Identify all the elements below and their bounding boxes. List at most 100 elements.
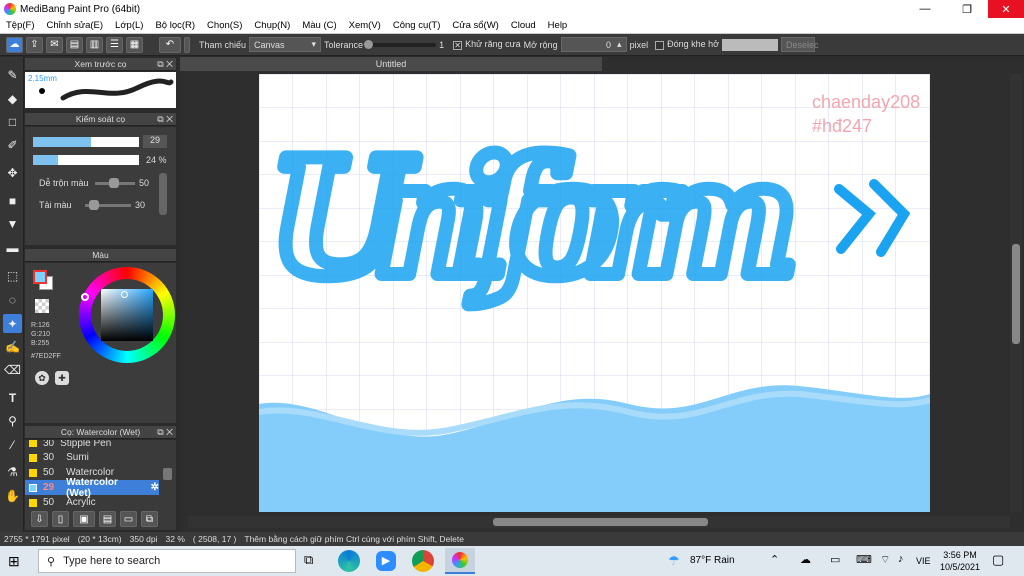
menu-file[interactable]: Tệp(F) [0,20,41,31]
battery-icon[interactable]: ▭ [830,553,840,566]
reload-slider[interactable] [85,200,131,210]
menu-filter[interactable]: Bộ lọc(R) [149,20,201,31]
blend-slider[interactable] [95,178,135,188]
palette-add-icon[interactable]: ✚ [55,371,69,385]
select-eraser-icon[interactable]: ⌫ [3,360,22,379]
tab-untitled[interactable]: Untitled [180,57,602,71]
cloud-icon[interactable]: ☁ [6,36,23,53]
tolerance-slider[interactable] [364,39,437,49]
input-language[interactable]: VIE [916,556,931,566]
list-icon[interactable]: ☰ [106,36,123,53]
gradient-tool-icon[interactable]: ▬ [3,238,22,257]
list-item[interactable]: 30 Stipple Pen [25,440,159,450]
deselect-button[interactable]: Deselec [781,37,819,52]
menu-edit[interactable]: Chỉnh sửa(E) [41,20,110,31]
new-brush-icon[interactable]: ▯ [52,511,69,527]
drawing-canvas[interactable]: Uniform chaenday208 #hđ247 [259,74,930,512]
duplicate-icon[interactable]: ⧉ [141,511,158,527]
panel-scrollbar[interactable] [159,173,167,215]
list-item[interactable]: 50 Acrylic [25,495,159,508]
folder-icon[interactable]: ▭ [120,511,137,527]
menu-tools[interactable]: Công cụ(T) [387,20,447,31]
fill-rect-tool-icon[interactable]: ■ [3,191,22,210]
task-view-icon[interactable]: ⧉ [304,552,313,568]
undo-icon[interactable]: ↶ [159,36,181,53]
edge-browser-icon[interactable] [338,550,360,572]
menu-window[interactable]: Cửa sổ(W) [446,20,504,31]
brush-list-scrollbar[interactable] [163,468,172,480]
taskbar-clock[interactable]: 3:56 PM 10/5/2021 [938,549,982,573]
page-icon[interactable]: ▥ [86,36,103,53]
slider-handle[interactable] [364,39,374,49]
close-button[interactable]: ✕ [988,0,1024,18]
eyedropper-icon[interactable]: ⚗ [3,462,22,481]
panel-close-icon[interactable]: ⧉ ✕ [157,59,173,70]
add-brush-icon[interactable]: ▣ [73,511,95,527]
color-wheel[interactable] [79,267,175,363]
menu-help[interactable]: Help [542,20,574,31]
windows-start-icon[interactable]: ⊞ [8,553,20,570]
reference-select[interactable]: Canvas ▾ [249,37,322,52]
vertical-scroll-thumb[interactable] [1012,244,1020,344]
menu-snap[interactable]: Chụp(N) [248,20,296,31]
download-brush-icon[interactable]: ⇩ [31,511,48,527]
hand-tool-icon[interactable]: ✋ [3,486,22,505]
opacity-slider[interactable] [33,155,139,165]
taskbar-search-input[interactable]: ⚲ Type here to search [38,549,296,573]
move-tool-icon[interactable]: ✥ [3,163,22,182]
brush-size-slider[interactable] [33,137,139,147]
text-tool-icon[interactable]: T [3,388,22,407]
select-rect-icon[interactable]: ⬚ [3,266,22,285]
onedrive-icon[interactable]: ☁ [800,553,811,566]
horizontal-scrollbar[interactable] [188,516,1010,528]
notification-icon[interactable]: ▢ [992,552,1004,568]
weather-icon[interactable]: ☂ [668,553,680,569]
menu-layer[interactable]: Lớp(L) [109,20,149,31]
network-icon[interactable]: ⌔ [880,553,890,567]
lasso-icon[interactable]: ◌ [3,290,22,309]
menu-cloud[interactable]: Cloud [505,20,542,31]
panel-close-icon[interactable]: ⧉ ✕ [157,427,173,438]
select-pen-icon[interactable]: ✍ [3,337,22,356]
dropper-tool-icon[interactable]: ⁄ [3,435,22,454]
toolbar-handle[interactable] [184,36,190,53]
brush-tool-icon[interactable]: ✎ [3,65,22,84]
pen-tool-icon[interactable]: ✐ [3,135,22,154]
weather-text[interactable]: 87°F Rain [690,555,735,566]
bucket-tool-icon[interactable]: ▼ [3,214,22,233]
panel-close-icon[interactable]: ⧉ ✕ [157,114,173,125]
hue-picker-handle[interactable] [81,293,89,301]
chrome-icon[interactable] [412,550,434,572]
menu-select[interactable]: Chọn(S) [201,20,248,31]
share-icon[interactable]: ⇪ [26,36,43,53]
list-item[interactable]: 30 Sumi [25,450,159,465]
foreground-swatch[interactable] [33,270,47,284]
comment-icon[interactable]: ✉ [46,36,63,53]
document-icon[interactable]: ▤ [66,36,83,53]
transparent-swatch[interactable] [35,299,49,313]
volume-icon[interactable]: ♪ [898,553,904,565]
eraser-tool-icon[interactable]: ◆ [3,89,22,108]
chevron-up-icon[interactable]: ⌃ [770,553,779,566]
magic-wand-icon[interactable]: ✦ [3,314,22,333]
expand-spinner[interactable]: 0 ▴ [560,37,627,52]
color-picker-handle[interactable] [121,291,128,298]
horizontal-scroll-thumb[interactable] [493,518,708,526]
menu-color[interactable]: Màu (C) [296,20,342,31]
medibang-taskbar-button[interactable] [445,548,475,574]
maximize-button[interactable]: ❐ [952,0,982,18]
grid-icon[interactable]: ▦ [126,36,143,53]
palette-icon[interactable]: ✿ [35,371,49,385]
vertical-scrollbar[interactable] [1010,74,1022,512]
gear-icon[interactable]: ✲ [151,482,159,493]
brush-settings-icon[interactable]: ▤ [99,511,116,527]
keyboard-icon[interactable]: ⌨ [856,553,872,566]
brush-size-value[interactable]: 29 [143,135,167,148]
minimize-button[interactable]: — [910,0,940,18]
list-item-selected[interactable]: 29 Watercolor (Wet) ✲ [25,477,159,499]
close-gap-slider[interactable] [722,38,779,51]
dot-tool-icon[interactable]: □ [3,112,22,131]
antialias-checkbox[interactable]: ✕ Khử răng cưa [453,39,521,50]
zoom-app-icon[interactable]: ▶ [376,551,396,571]
close-gap-checkbox[interactable]: Đóng khe hở [655,39,719,50]
